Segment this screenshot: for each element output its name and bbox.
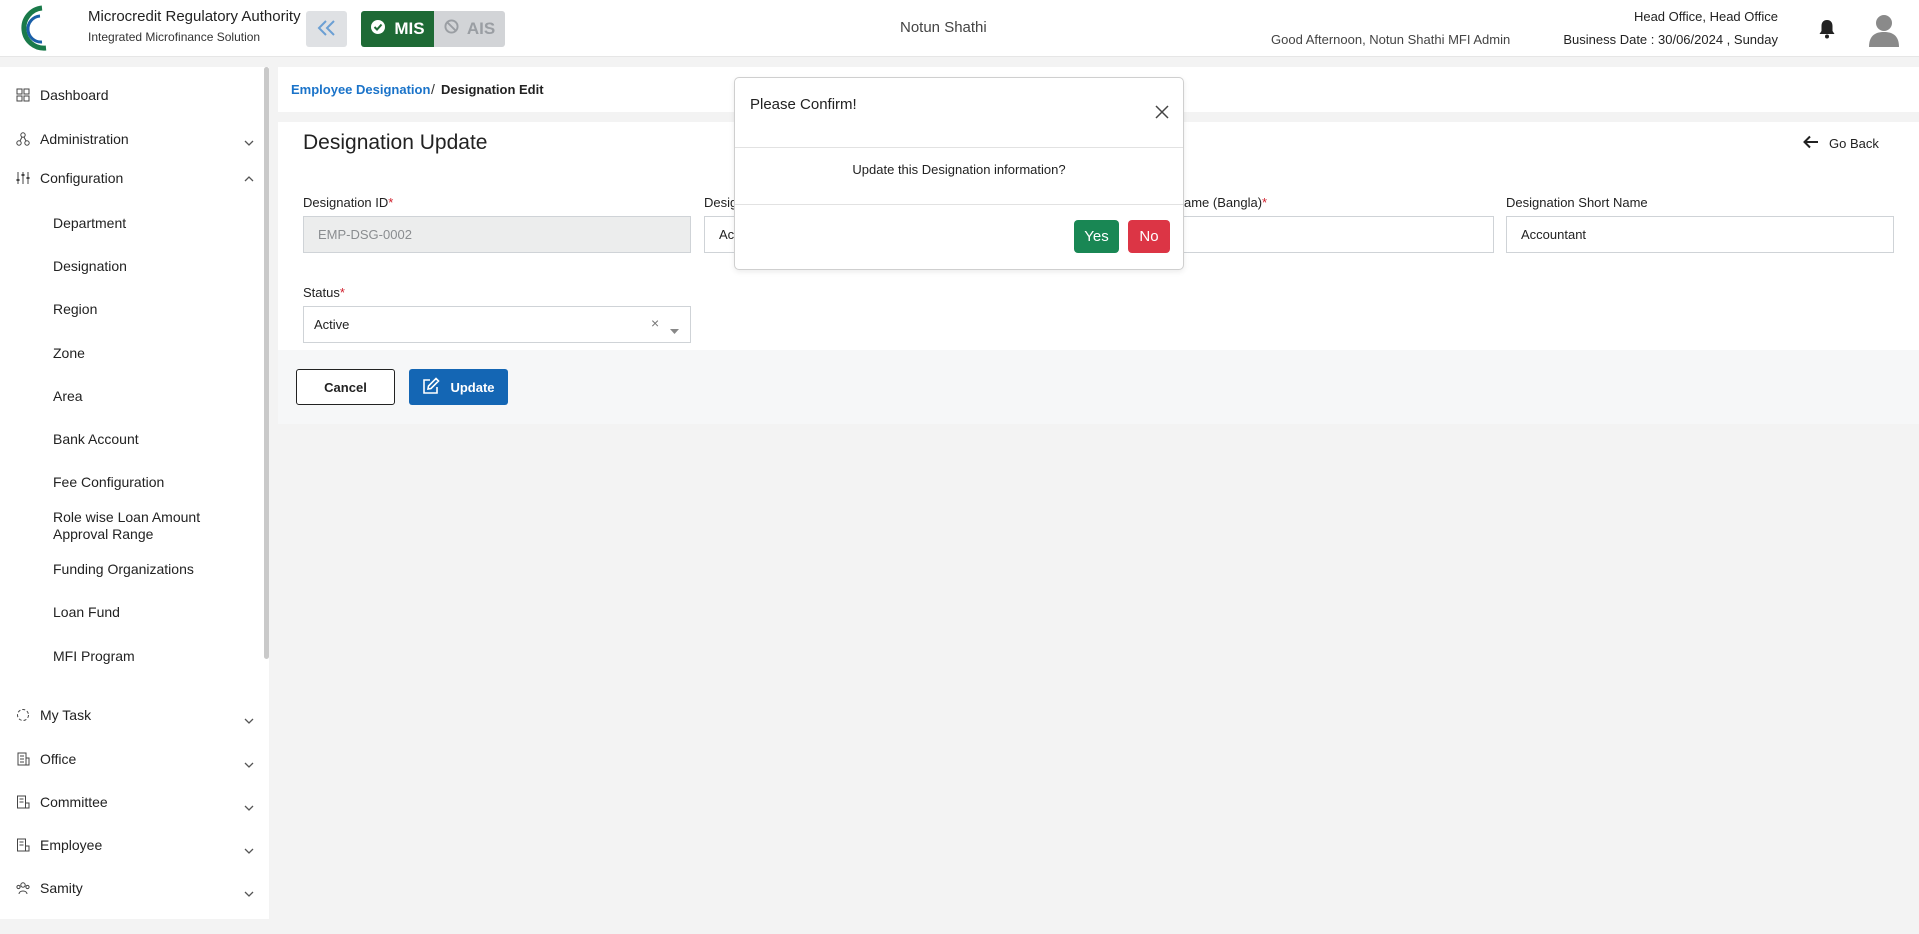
check-circle-icon [370, 19, 386, 40]
update-button[interactable]: Update [409, 369, 508, 405]
mis-label: MIS [394, 19, 425, 38]
divider [735, 204, 1183, 205]
dialog-title: Please Confirm! [750, 96, 857, 113]
sidebar-subitem-loan-approval-range[interactable]: Role wise Loan Amount Approval Range [53, 509, 243, 543]
sidebar-subitem-bank-account[interactable]: Bank Account [53, 431, 243, 448]
sidebar-subitem-zone[interactable]: Zone [53, 345, 243, 362]
sidebar [0, 67, 269, 919]
yes-button[interactable]: Yes [1074, 220, 1119, 253]
no-button[interactable]: No [1128, 220, 1170, 253]
sliders-icon [16, 171, 30, 185]
chevron-down-icon [244, 886, 254, 901]
notification-bell-icon[interactable] [1818, 19, 1836, 42]
ban-icon [444, 19, 459, 39]
designation-bangla-label: ame (Bangla)* [1184, 195, 1268, 210]
go-back-label: Go Back [1829, 136, 1879, 151]
designation-name-label: Desig [704, 195, 738, 210]
brand-subtitle: Integrated Microfinance Solution [88, 30, 261, 44]
divider [735, 147, 1183, 148]
spinner-icon [16, 708, 30, 722]
business-date: Business Date : 30/06/2024 , Sunday [1563, 32, 1778, 47]
sidebar-item-label: Samity [40, 880, 83, 896]
designation-bangla-field[interactable] [1184, 216, 1494, 253]
sidebar-subitem-department[interactable]: Department [53, 215, 243, 232]
sidebar-item-office[interactable]: Office [16, 751, 76, 767]
sidebar-item-dashboard[interactable]: Dashboard [16, 87, 109, 103]
sidebar-item-label: Dashboard [40, 87, 109, 103]
chevron-up-icon [244, 171, 254, 186]
sidebar-subitem-region[interactable]: Region [53, 301, 243, 318]
office-name: Head Office, Head Office [1633, 9, 1778, 24]
sidebar-collapse-button[interactable] [306, 11, 347, 47]
sidebar-subitem-loan-fund[interactable]: Loan Fund [53, 604, 243, 621]
organization-name: Notun Shathi [900, 19, 987, 36]
designation-id-field[interactable]: EMP-DSG-0002 [303, 216, 691, 253]
arrow-left-icon [1803, 135, 1819, 152]
chevron-down-icon [244, 757, 254, 772]
clear-icon[interactable]: × [651, 315, 659, 331]
caret-down-icon[interactable] [670, 322, 679, 337]
sidebar-subitem-funding-organizations[interactable]: Funding Organizations [53, 561, 243, 578]
sidebar-item-employee[interactable]: Employee [16, 837, 102, 853]
sidebar-item-samity[interactable]: Samity [16, 880, 83, 896]
chevron-down-icon [244, 843, 254, 858]
sidebar-item-label: Configuration [40, 170, 124, 186]
top-header: Microcredit Regulatory Authority Integra… [0, 0, 1919, 57]
nodes-icon [16, 132, 30, 146]
chevron-down-icon [244, 135, 254, 150]
ais-mode-button[interactable]: AIS [434, 11, 505, 47]
user-avatar[interactable] [1868, 13, 1900, 47]
breadcrumb-link-employee-designation[interactable]: Employee Designation [291, 82, 430, 97]
double-chevron-left-icon [316, 19, 338, 40]
user-greeting: Good Afternoon, Notun Shathi MFI Admin [1271, 32, 1511, 47]
designation-short-name-field[interactable]: Accountant [1506, 216, 1894, 253]
chevron-down-icon [244, 800, 254, 815]
sidebar-item-label: Office [40, 751, 77, 767]
sidebar-item-label: Employee [40, 837, 103, 853]
employee-icon [16, 838, 30, 852]
grid-icon [16, 88, 30, 102]
group-icon [16, 881, 30, 895]
go-back-button[interactable]: Go Back [1803, 135, 1879, 152]
status-select-value: Active [314, 317, 350, 332]
designation-id-label: Designation ID* [303, 195, 394, 210]
sidebar-scrollbar[interactable] [264, 67, 269, 659]
edit-icon [422, 376, 441, 398]
confirm-dialog: Please Confirm! Update this Designation … [734, 77, 1184, 270]
page-title: Designation Update [303, 131, 488, 154]
sidebar-item-committee[interactable]: Committee [16, 794, 108, 810]
ais-label: AIS [466, 19, 496, 38]
sidebar-subitem-fee-configuration[interactable]: Fee Configuration [53, 474, 243, 491]
designation-short-name-label: Designation Short Name [1506, 195, 1648, 210]
close-icon[interactable] [1155, 105, 1169, 122]
sidebar-subitem-area[interactable]: Area [53, 388, 243, 405]
committee-icon [16, 795, 30, 809]
sidebar-item-administration[interactable]: Administration [16, 131, 129, 147]
sidebar-subitem-mfi-program[interactable]: MFI Program [53, 648, 243, 665]
mra-logo[interactable] [12, 4, 78, 52]
chevron-down-icon [244, 713, 254, 728]
sidebar-item-my-task[interactable]: My Task [16, 707, 91, 723]
breadcrumb-current: Designation Edit [441, 82, 544, 97]
status-label: Status* [303, 285, 345, 300]
sidebar-item-label: My Task [40, 707, 92, 723]
form-footer [278, 350, 1919, 424]
sidebar-subitem-designation[interactable]: Designation [53, 258, 243, 275]
breadcrumb-separator: / [431, 81, 435, 97]
sidebar-item-label: Committee [40, 794, 108, 810]
module-switch: MIS AIS [361, 11, 505, 47]
dialog-message: Update this Designation information? [852, 162, 1066, 177]
cancel-button[interactable]: Cancel [296, 369, 395, 405]
brand-title: Microcredit Regulatory Authority [88, 8, 301, 25]
status-select[interactable]: Active × [303, 306, 691, 343]
update-label: Update [450, 379, 495, 395]
sidebar-item-label: Administration [40, 131, 129, 147]
mis-mode-button[interactable]: MIS [361, 11, 434, 47]
sidebar-item-configuration[interactable]: Configuration [16, 170, 123, 186]
building-icon [16, 752, 30, 766]
